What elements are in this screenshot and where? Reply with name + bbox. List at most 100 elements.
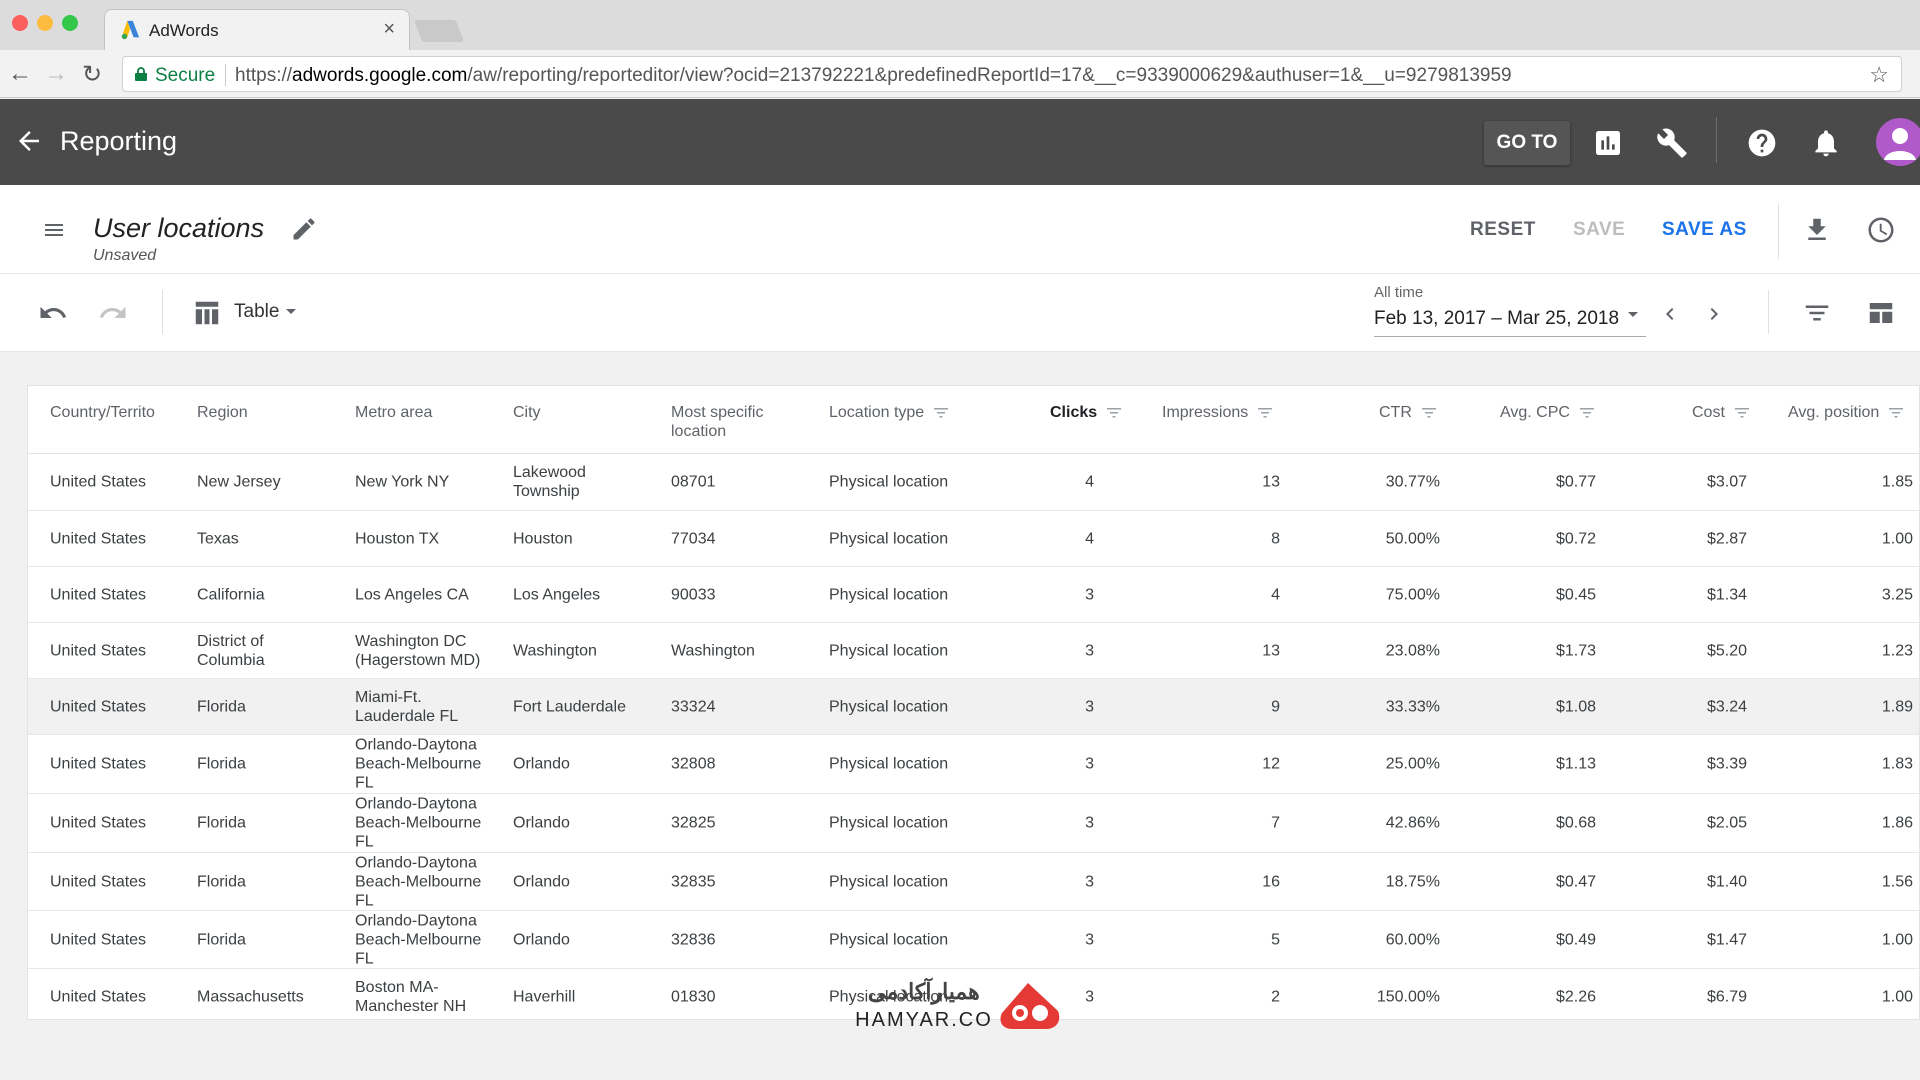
date-range-value[interactable]: Feb 13, 2017 – Mar 25, 2018: [1374, 308, 1619, 330]
column-header-ctr[interactable]: CTR: [1379, 403, 1436, 422]
menu-icon[interactable]: [40, 218, 68, 242]
cell-most-specific-location: 77034: [671, 530, 716, 547]
reload-icon[interactable]: ↻: [82, 60, 102, 89]
maximize-window-button[interactable]: [62, 15, 78, 31]
cell-avg-position: 1.00: [1881, 988, 1913, 1006]
column-header-avg-position[interactable]: Avg. position: [1788, 403, 1904, 422]
table-row[interactable]: United States Florida Orlando-Daytona Be…: [28, 911, 1919, 969]
filter-icon[interactable]: [1802, 298, 1832, 328]
column-header-most-specific-location[interactable]: Most specific location: [671, 403, 791, 441]
bell-icon[interactable]: [1810, 127, 1842, 159]
column-header-city[interactable]: City: [513, 403, 541, 422]
edit-pencil-icon[interactable]: [290, 215, 318, 243]
save-button[interactable]: SAVE: [1573, 219, 1625, 241]
previous-period-icon[interactable]: [1658, 302, 1682, 326]
cell-ctr: 75.00%: [1385, 586, 1440, 603]
column-header-country[interactable]: Country/Territo: [50, 403, 155, 422]
cell-cost: $3.07: [1706, 473, 1747, 491]
goto-button[interactable]: GO TO: [1484, 121, 1570, 165]
table-row[interactable]: United States Florida Orlando-Daytona Be…: [28, 735, 1919, 794]
reports-icon[interactable]: [1592, 127, 1624, 159]
cell-avg-cpc: $0.49: [1555, 931, 1596, 948]
column-filter-icon[interactable]: [1107, 407, 1122, 419]
cell-most-specific-location: 32808: [671, 755, 716, 773]
cell-region: Texas: [197, 530, 239, 547]
table-row[interactable]: United States Florida Orlando-Daytona Be…: [28, 794, 1919, 853]
cell-impressions: 9: [1271, 698, 1280, 715]
column-header-location-type[interactable]: Location type: [829, 403, 949, 422]
toolbar-divider-right: [1768, 290, 1769, 334]
cell-avg-position: 1.83: [1881, 755, 1913, 773]
table-row[interactable]: United States Florida Orlando-Daytona Be…: [28, 853, 1919, 911]
report-table: Country/Territo Region Metro area City M…: [27, 385, 1920, 1020]
column-filter-icon[interactable]: [934, 407, 949, 419]
reset-button[interactable]: RESET: [1470, 219, 1536, 241]
wrench-icon[interactable]: [1656, 127, 1688, 159]
table-row-hovered[interactable]: United States Florida Miami-Ft. Lauderda…: [28, 679, 1919, 735]
column-filter-icon[interactable]: [1734, 407, 1749, 419]
table-row[interactable]: United States District of Columbia Washi…: [28, 623, 1919, 679]
table-row[interactable]: United States California Los Angeles CA …: [28, 567, 1919, 623]
redo-icon[interactable]: [98, 298, 128, 328]
download-icon[interactable]: [1802, 215, 1832, 245]
cell-country: United States: [50, 755, 147, 773]
report-titlebar: User locations Unsaved RESET SAVE SAVE A…: [0, 185, 1920, 274]
cell-cost: $3.24: [1706, 698, 1747, 715]
watermark: همیارآکادمی HAMYAR.CO: [854, 975, 1074, 1037]
undo-icon[interactable]: [38, 298, 68, 328]
minimize-window-button[interactable]: [37, 15, 53, 31]
tab-close-icon[interactable]: ×: [383, 18, 395, 41]
table-row[interactable]: United States Texas Houston TX Houston 7…: [28, 511, 1919, 567]
column-header-region[interactable]: Region: [197, 403, 248, 422]
column-label: Location type: [829, 404, 925, 421]
column-filter-icon[interactable]: [1258, 407, 1273, 419]
column-header-metro-area[interactable]: Metro area: [355, 403, 432, 422]
date-dropdown-icon[interactable]: [1626, 310, 1640, 320]
cell-avg-position: 1.23: [1881, 642, 1913, 659]
help-icon[interactable]: [1746, 127, 1778, 159]
column-header-clicks[interactable]: Clicks: [1050, 403, 1122, 422]
column-filter-icon[interactable]: [1579, 407, 1594, 419]
column-header-avg-cpc[interactable]: Avg. CPC: [1500, 403, 1594, 422]
cell-location-type: Physical location: [829, 873, 949, 890]
url-bar[interactable]: Secure https://adwords.google.com/aw/rep…: [122, 56, 1902, 92]
table-row[interactable]: United States New Jersey New York NY Lak…: [28, 454, 1919, 511]
cell-impressions: 5: [1271, 931, 1280, 948]
save-as-button[interactable]: SAVE AS: [1662, 219, 1747, 241]
report-title[interactable]: User locations: [93, 213, 264, 244]
browser-tab[interactable]: AdWords ×: [104, 9, 410, 50]
account-avatar[interactable]: [1876, 118, 1920, 166]
view-dropdown-icon[interactable]: [284, 307, 298, 317]
cell-avg-cpc: $1.73: [1555, 642, 1596, 659]
back-arrow-icon[interactable]: [14, 123, 44, 159]
cell-metro-area: Orlando-Daytona Beach-Melbourne FL: [355, 854, 482, 909]
columns-icon[interactable]: [1866, 298, 1896, 328]
close-window-button[interactable]: [12, 15, 28, 31]
column-label: Country/Territo: [50, 404, 155, 421]
adwords-logo-icon: [121, 20, 140, 40]
cell-avg-position: 1.85: [1881, 473, 1913, 491]
browser-forward-icon[interactable]: →: [44, 60, 68, 88]
cell-avg-position: 1.00: [1881, 530, 1913, 547]
cell-most-specific-location: 08701: [671, 473, 716, 491]
column-label: Impressions: [1162, 404, 1249, 421]
view-type-label[interactable]: Table: [234, 301, 279, 323]
column-filter-icon[interactable]: [1421, 407, 1436, 419]
cell-avg-position: 1.86: [1881, 814, 1913, 832]
next-period-icon[interactable]: [1702, 302, 1726, 326]
table-view-icon[interactable]: [192, 298, 222, 328]
cell-country: United States: [50, 873, 147, 890]
cell-city: Orlando: [513, 814, 570, 832]
new-tab-button[interactable]: [413, 20, 465, 42]
bookmark-star-icon[interactable]: ☆: [1869, 62, 1889, 88]
cell-city: Orlando: [513, 755, 570, 773]
cell-avg-position: 1.89: [1881, 698, 1913, 715]
cell-clicks: 3: [1085, 642, 1094, 659]
cell-clicks: 3: [1085, 586, 1094, 603]
column-filter-icon[interactable]: [1889, 407, 1904, 419]
browser-back-icon[interactable]: ←: [8, 60, 32, 88]
column-header-impressions[interactable]: Impressions: [1162, 403, 1273, 422]
cell-country: United States: [50, 473, 147, 491]
history-clock-icon[interactable]: [1866, 215, 1896, 245]
column-header-cost[interactable]: Cost: [1692, 403, 1749, 422]
